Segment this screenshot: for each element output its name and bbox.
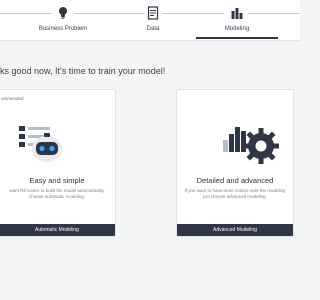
recommended-badge: ommended	[1, 96, 24, 101]
gear-icon	[223, 127, 279, 164]
step-modeling[interactable]: Modeling	[207, 0, 267, 38]
card-description: If you want to have more control over th…	[184, 188, 286, 199]
page-heading: ks good now, It's time to train your mod…	[0, 66, 166, 76]
automatic-modeling-card[interactable]: ommended Easy and simple want RE-Learn t…	[0, 89, 116, 237]
automatic-modeling-button[interactable]: Automatic Modeling	[0, 224, 115, 236]
lightbulb-icon	[59, 7, 67, 19]
document-icon	[147, 6, 159, 20]
step-business-problem[interactable]: Business Problem	[33, 0, 93, 38]
bar-chart-icon	[231, 8, 243, 19]
step-label: Data	[146, 26, 160, 32]
advanced-modeling-card[interactable]: Detailed and advanced If you want to hav…	[176, 89, 294, 237]
step-data[interactable]: Data	[123, 0, 183, 38]
step-label: Business Problem	[38, 26, 88, 32]
card-title: Easy and simple	[29, 176, 85, 185]
card-description: want RE-Learn to build the model automat…	[9, 188, 105, 199]
advanced-modeling-button[interactable]: Advanced Modeling	[177, 224, 293, 236]
step-navigation: Business Problem Data Modeling	[0, 0, 300, 41]
active-step-indicator	[196, 37, 278, 39]
robot-icon	[19, 126, 62, 162]
step-label: Modeling	[224, 26, 250, 32]
card-title: Detailed and advanced	[196, 176, 274, 185]
